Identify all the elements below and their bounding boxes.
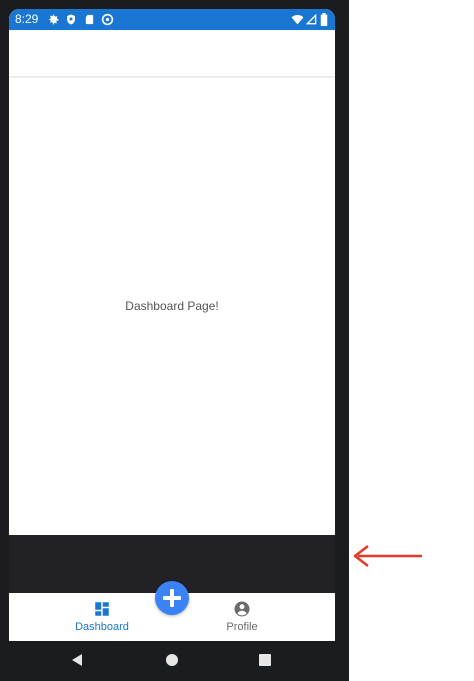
- shield-icon: [67, 14, 75, 25]
- at-sign-icon: [101, 13, 114, 26]
- back-icon[interactable]: [70, 653, 84, 667]
- tab-dashboard-label: Dashboard: [75, 621, 129, 633]
- wifi-icon: [291, 14, 304, 25]
- sd-card-icon: [85, 14, 94, 25]
- tab-dashboard[interactable]: Dashboard: [47, 593, 157, 641]
- gear-icon: [49, 14, 59, 25]
- content-area: Dashboard Page!: [9, 78, 335, 535]
- red-arrow-annotation: [353, 545, 422, 567]
- device-screen: 8:29 Dashboard Page! Dashboard Profile: [9, 9, 335, 641]
- plus-icon: [163, 589, 181, 607]
- signal-icon: [306, 13, 317, 25]
- status-bar: 8:29: [9, 9, 335, 30]
- add-button[interactable]: [155, 581, 189, 615]
- recents-icon[interactable]: [258, 653, 272, 667]
- home-icon[interactable]: [165, 653, 179, 667]
- battery-icon: [320, 13, 328, 26]
- app-bar: [9, 30, 335, 78]
- system-nav-bar: [0, 641, 349, 681]
- tab-profile-label: Profile: [226, 621, 258, 633]
- profile-icon: [234, 601, 250, 617]
- tab-profile[interactable]: Profile: [187, 593, 297, 641]
- phone-frame: 8:29 Dashboard Page! Dashboard Profile: [0, 0, 349, 681]
- status-time: 8:29: [15, 12, 39, 26]
- dashboard-icon: [95, 602, 109, 616]
- dashboard-message: Dashboard Page!: [125, 299, 219, 313]
